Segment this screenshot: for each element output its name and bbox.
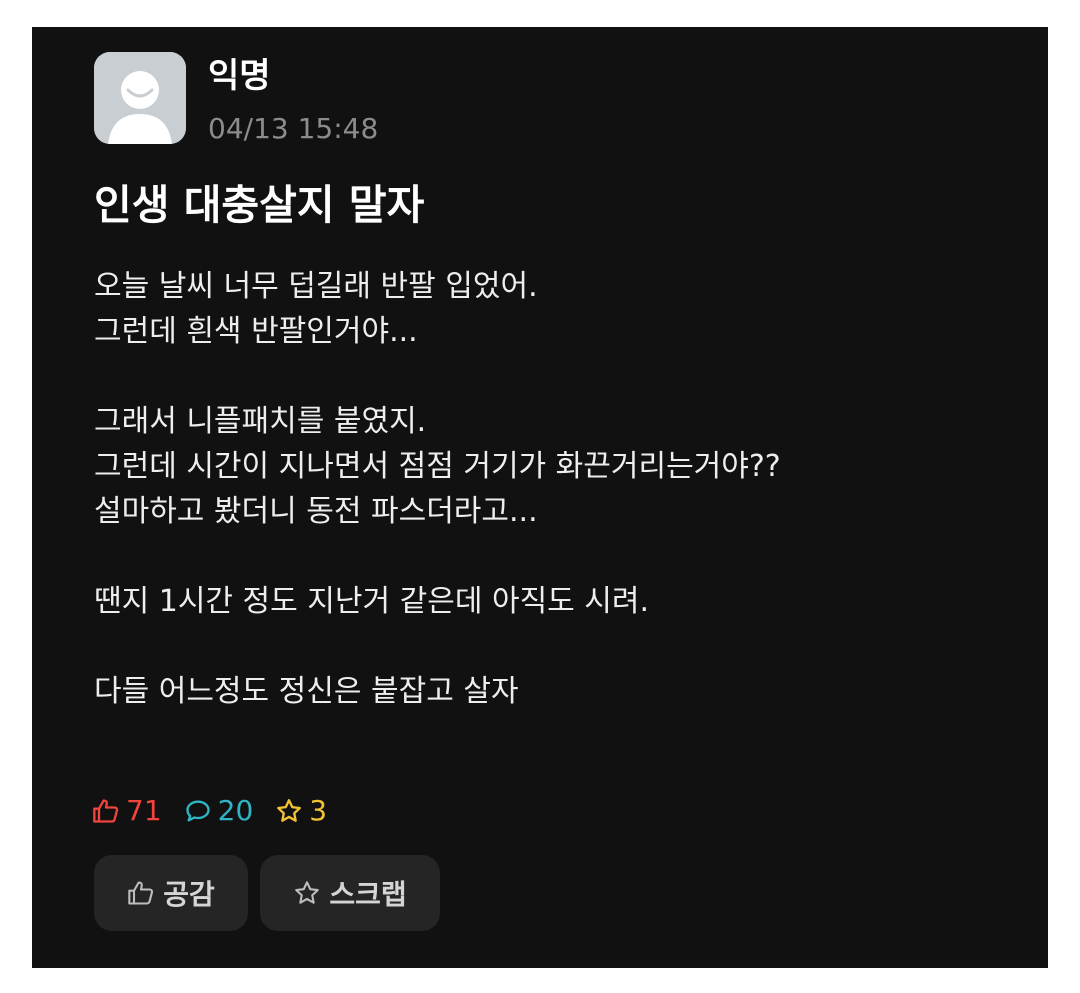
body-line: 그런데 흰색 반팔인거야... bbox=[94, 314, 418, 349]
like-count: 71 bbox=[92, 791, 162, 831]
star-icon bbox=[295, 881, 320, 904]
post-body: 오늘 날씨 너무 덥길래 반팔 입었어. 그런데 흰색 반팔인거야... 그래서… bbox=[94, 264, 1034, 714]
post-stats: 71 20 3 bbox=[92, 791, 349, 831]
body-line: 그런데 시간이 지나면서 점점 거기가 화끈거리는거야?? bbox=[94, 449, 781, 484]
body-line: 오늘 날씨 너무 덥길래 반팔 입었어. bbox=[94, 269, 538, 304]
comment-count-value: 20 bbox=[217, 794, 254, 827]
scrap-count-value: 3 bbox=[309, 794, 328, 827]
body-line bbox=[94, 534, 1034, 579]
body-line: 땐지 1시간 정도 지난거 같은데 아직도 시려. bbox=[94, 584, 650, 619]
default-avatar-icon bbox=[94, 52, 186, 144]
body-line bbox=[94, 354, 1034, 399]
like-button[interactable]: 공감 bbox=[94, 855, 248, 931]
scrap-button-label: 스크랩 bbox=[329, 878, 407, 911]
avatar bbox=[94, 52, 186, 144]
comment-count: 20 bbox=[184, 791, 254, 831]
speech-bubble-icon bbox=[185, 800, 210, 822]
post-container: 익명 04/13 15:48 인생 대충살지 말자 오늘 날씨 너무 덥길래 반… bbox=[32, 27, 1048, 968]
author-name: 익명 bbox=[208, 56, 271, 96]
thumbs-up-icon bbox=[93, 799, 119, 823]
scrap-count: 3 bbox=[275, 791, 327, 831]
body-line bbox=[94, 624, 1034, 669]
body-line: 그래서 니플패치를 붙였지. bbox=[94, 404, 427, 439]
scrap-button[interactable]: 스크랩 bbox=[260, 855, 440, 931]
body-line: 설마하고 봤더니 동전 파스더라고... bbox=[94, 494, 538, 529]
post-title: 인생 대충살지 말자 bbox=[94, 181, 425, 229]
thumbs-up-icon bbox=[128, 881, 154, 905]
like-button-label: 공감 bbox=[163, 878, 215, 911]
star-icon bbox=[277, 799, 302, 822]
post-timestamp: 04/13 15:48 bbox=[208, 112, 379, 145]
like-count-value: 71 bbox=[126, 794, 162, 827]
body-line: 다들 어느정도 정신은 붙잡고 살자 bbox=[94, 674, 519, 709]
